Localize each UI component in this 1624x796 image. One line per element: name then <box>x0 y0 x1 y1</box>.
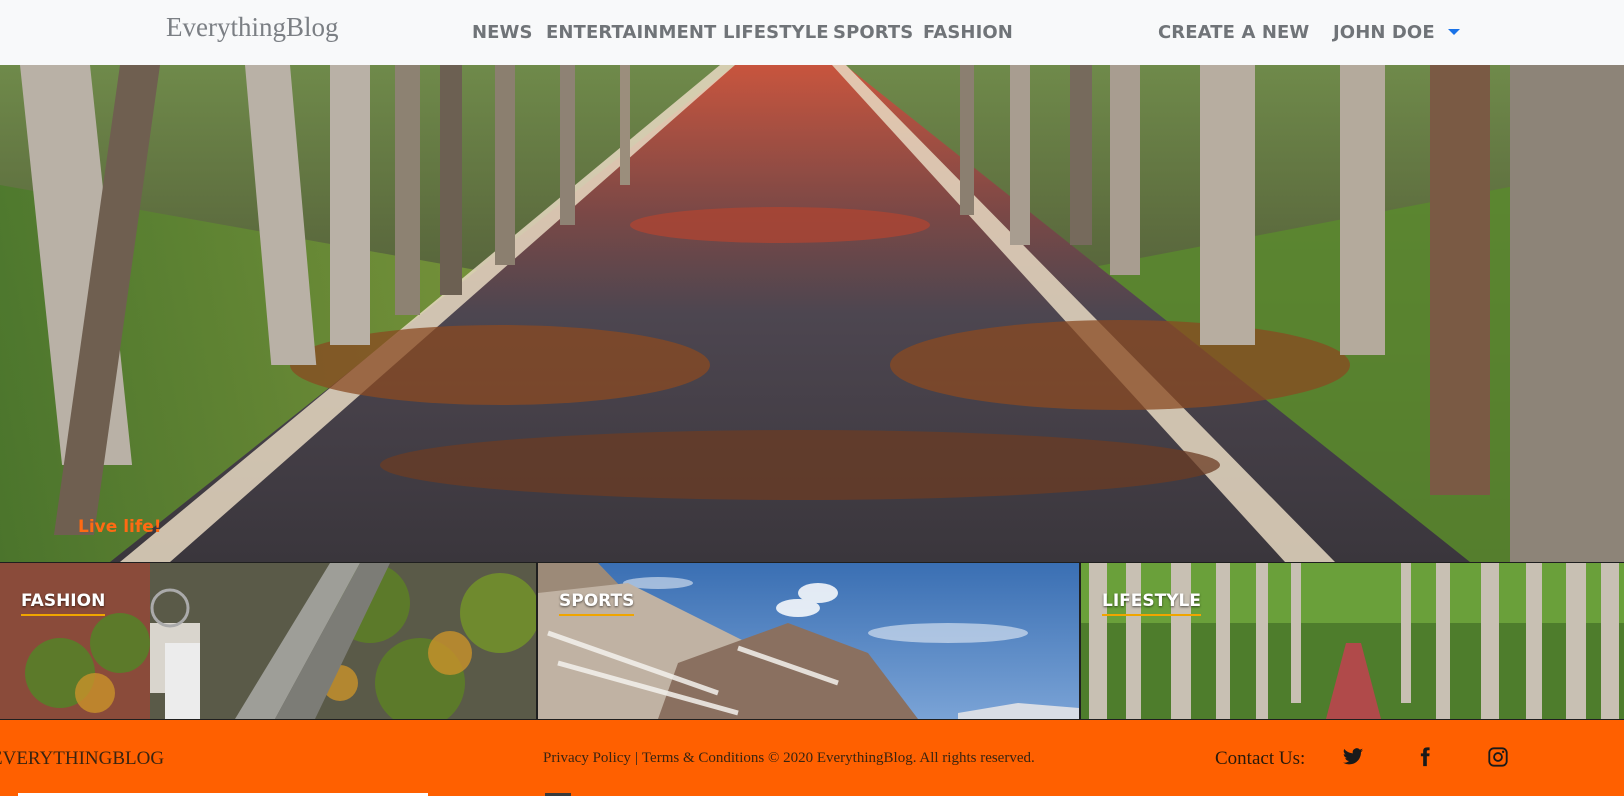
nav-fashion[interactable]: FASHION <box>923 21 1013 45</box>
lifestyle-image <box>1081 563 1624 719</box>
fashion-image <box>0 563 536 719</box>
chevron-down-icon[interactable] <box>1448 29 1460 35</box>
brand-logo[interactable]: EverythingBlog <box>166 12 338 43</box>
facebook-icon[interactable] <box>1414 746 1436 768</box>
nav-news[interactable]: NEWS <box>472 21 533 45</box>
sports-image <box>538 563 1079 719</box>
create-new-link[interactable]: CREATE A NEW <box>1158 21 1309 45</box>
footer-separator: | <box>634 750 638 766</box>
tile-lifestyle-label[interactable]: LIFESTYLE <box>1102 591 1201 616</box>
privacy-policy-link[interactable]: Privacy Policy <box>543 750 631 766</box>
nav-lifestyle[interactable]: LIFESTYLE <box>723 21 829 45</box>
category-tiles: FASHION SPORTS LIFESTYLE <box>0 563 1624 719</box>
tile-fashion[interactable]: FASHION <box>0 563 536 719</box>
nav-entertainment[interactable]: ENTERTAINMENT <box>546 21 716 45</box>
hero-caption: Live life! <box>78 517 162 537</box>
tile-sports[interactable]: SPORTS <box>538 563 1079 719</box>
hero-image <box>0 65 1624 562</box>
footer-links: Privacy Policy | Terms & Conditions © 2020… <box>543 750 1035 767</box>
terms-link[interactable]: Terms & Conditions <box>642 750 764 766</box>
tile-fashion-label[interactable]: FASHION <box>21 591 106 616</box>
hero-banner: Live life! <box>0 65 1624 562</box>
contact-label: Contact Us: <box>1215 748 1306 769</box>
tile-sports-label[interactable]: SPORTS <box>559 591 635 616</box>
user-menu-toggle[interactable]: JOHN DOE <box>1333 21 1435 45</box>
copyright-text: © 2020 EverythingBlog. All rights reserv… <box>767 750 1035 766</box>
nav-sports[interactable]: SPORTS <box>833 21 913 45</box>
navbar: EverythingBlog NEWS ENTERTAINMENT LIFEST… <box>0 0 1624 65</box>
tile-lifestyle[interactable]: LIFESTYLE <box>1081 563 1624 719</box>
twitter-icon[interactable] <box>1342 746 1364 768</box>
instagram-icon[interactable] <box>1487 746 1509 768</box>
footer: EverythingBlog Privacy Policy | Terms & Co… <box>0 720 1624 796</box>
footer-brand[interactable]: EverythingBlog <box>0 748 164 770</box>
